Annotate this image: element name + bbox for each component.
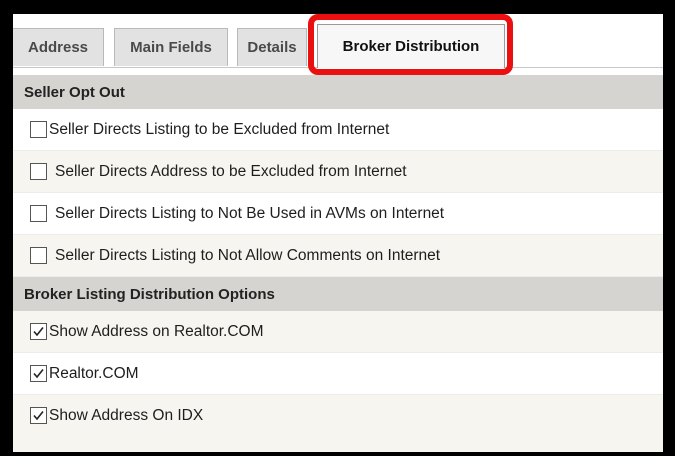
checkbox-label: Show Address On IDX bbox=[49, 406, 204, 424]
tab-address[interactable]: Address bbox=[13, 28, 104, 66]
seller-opt-out-row-4[interactable]: Seller Directs Listing to Not Allow Comm… bbox=[13, 235, 663, 277]
tab-main-fields[interactable]: Main Fields bbox=[114, 28, 228, 66]
checkbox[interactable] bbox=[30, 247, 47, 264]
tab-broker-distribution[interactable]: Broker Distribution bbox=[317, 24, 505, 68]
checkbox-checked[interactable] bbox=[30, 323, 47, 340]
broker-distribution-row-3[interactable]: Show Address On IDX bbox=[13, 395, 663, 437]
checkbox[interactable] bbox=[30, 163, 47, 180]
checkbox-label: Show Address on Realtor.COM bbox=[49, 322, 264, 340]
broker-distribution-row-1[interactable]: Show Address on Realtor.COM bbox=[13, 311, 663, 353]
check-icon bbox=[33, 327, 44, 337]
seller-opt-out-row-1[interactable]: Seller Directs Listing to be Excluded fr… bbox=[13, 109, 663, 151]
section-title: Broker Listing Distribution Options bbox=[24, 285, 275, 303]
broker-distribution-header: Broker Listing Distribution Options bbox=[13, 277, 663, 311]
broker-distribution-row-2[interactable]: Realtor.COM bbox=[13, 353, 663, 395]
seller-opt-out-row-2[interactable]: Seller Directs Address to be Excluded fr… bbox=[13, 151, 663, 193]
checkbox-checked[interactable] bbox=[30, 407, 47, 424]
checkbox-label: Seller Directs Listing to Not Allow Comm… bbox=[55, 246, 441, 264]
section-title: Seller Opt Out bbox=[24, 83, 125, 101]
seller-opt-out-header: Seller Opt Out bbox=[13, 75, 663, 109]
tab-details[interactable]: Details bbox=[237, 28, 307, 66]
broker-distribution-panel: Address Main Fields Details Broker Distr… bbox=[13, 14, 663, 452]
checkbox[interactable] bbox=[30, 121, 47, 138]
seller-opt-out-row-3[interactable]: Seller Directs Listing to Not Be Used in… bbox=[13, 193, 663, 235]
checkbox-label: Seller Directs Listing to Not Be Used in… bbox=[55, 204, 445, 222]
checkbox-checked[interactable] bbox=[30, 365, 47, 382]
checkbox-label: Realtor.COM bbox=[49, 364, 139, 382]
window-frame: Address Main Fields Details Broker Distr… bbox=[0, 0, 675, 456]
check-icon bbox=[33, 369, 44, 379]
checkbox-label: Seller Directs Address to be Excluded fr… bbox=[55, 162, 407, 180]
tab-strip: Address Main Fields Details Broker Distr… bbox=[13, 14, 663, 68]
panel-footer bbox=[13, 436, 663, 452]
checkbox[interactable] bbox=[30, 205, 47, 222]
checkbox-label: Seller Directs Listing to be Excluded fr… bbox=[49, 120, 390, 138]
check-icon bbox=[33, 411, 44, 421]
